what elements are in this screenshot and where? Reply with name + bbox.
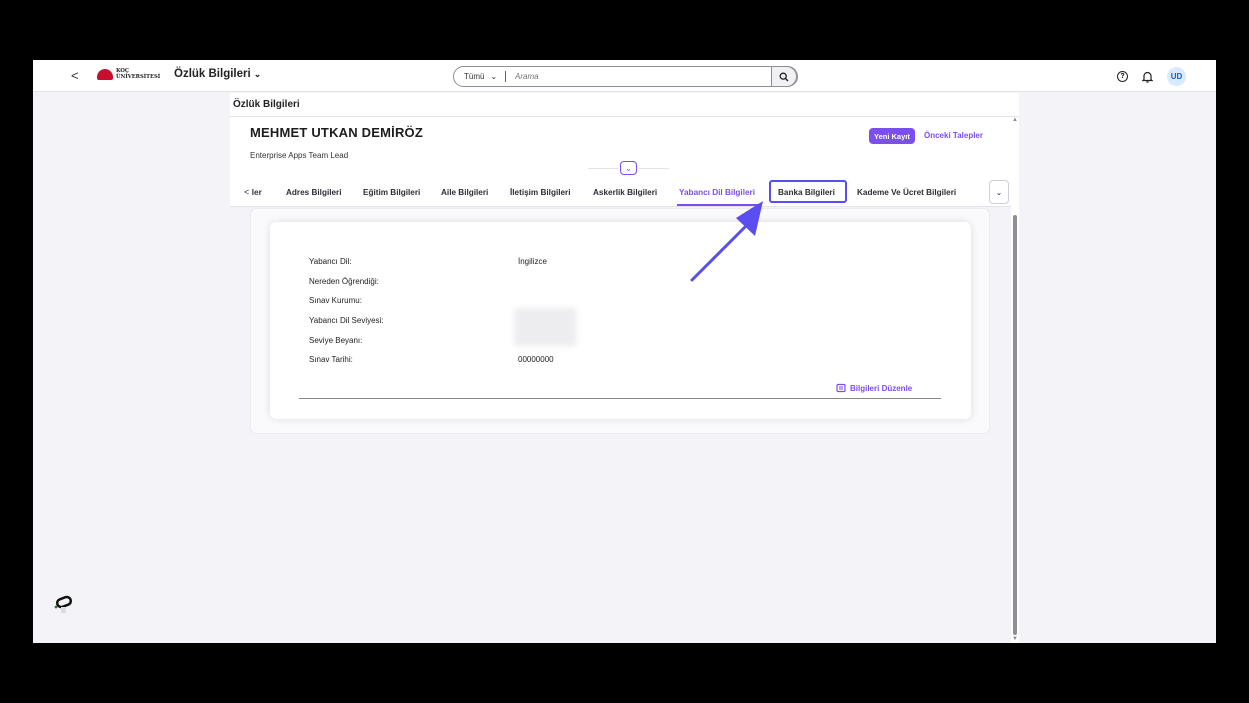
assistant-link-icon[interactable] [53,595,75,620]
app-window: < KOÇ ÜNİVERSİTESİ Özlük Bilgileri ⌄ Tümü… [33,60,1216,643]
annotation-arrow-icon [690,201,763,282]
